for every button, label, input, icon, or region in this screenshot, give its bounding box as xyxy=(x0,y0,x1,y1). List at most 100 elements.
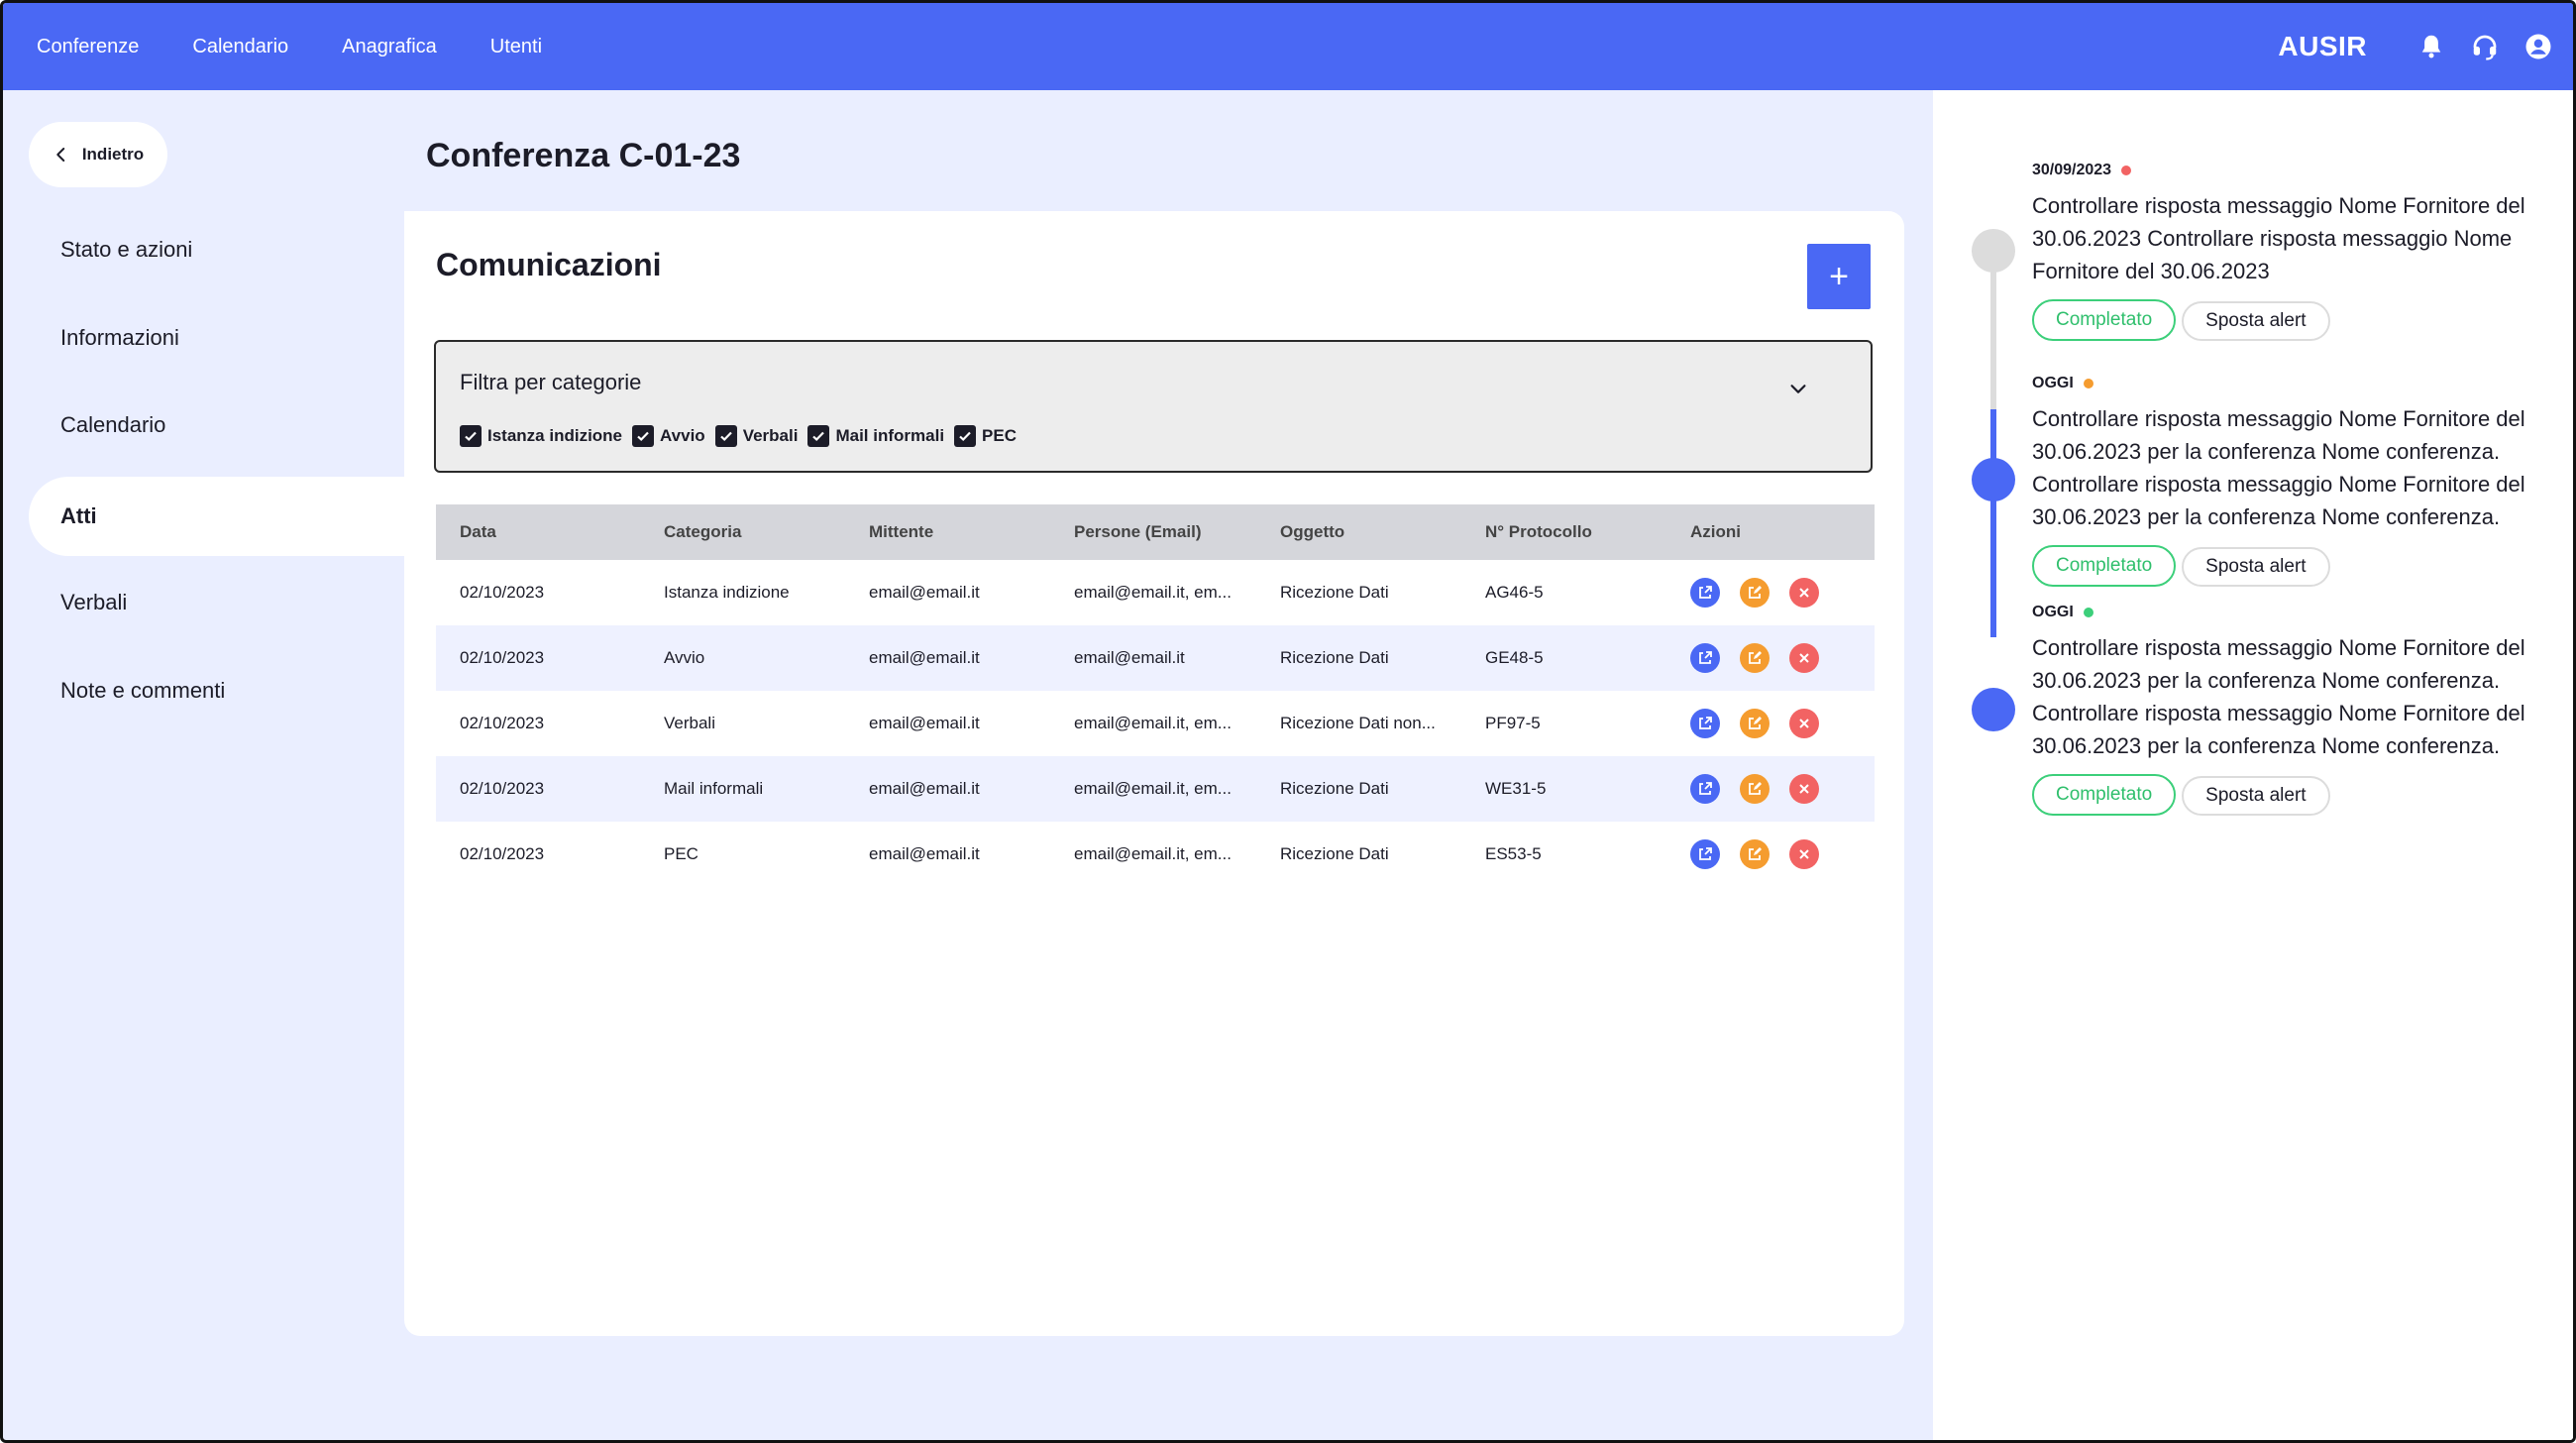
open-external-icon[interactable] xyxy=(1690,643,1720,673)
column-header-oggetto[interactable]: Oggetto xyxy=(1280,522,1449,542)
status-dot xyxy=(2121,166,2132,175)
checkbox-avvio[interactable]: Avvio xyxy=(632,425,705,447)
cell-oggetto: Ricezione Dati xyxy=(1280,583,1389,602)
cell-persone: email@email.it, em... xyxy=(1074,583,1232,602)
checkbox-checked-icon xyxy=(954,425,977,447)
table-row[interactable]: 02/10/2023 Mail informali email@email.it… xyxy=(436,756,1875,822)
completed-button[interactable]: Completato xyxy=(2032,299,2177,341)
nav-anagrafica[interactable]: Anagrafica xyxy=(342,36,437,58)
cell-data: 02/10/2023 xyxy=(460,844,545,863)
table-row[interactable]: 02/10/2023 Istanza indizione email@email… xyxy=(436,560,1875,625)
user-icon[interactable] xyxy=(2522,30,2555,63)
alerts-panel: 30/09/2023 Controllare risposta messaggi… xyxy=(1933,90,2573,1440)
checkbox-verbali[interactable]: Verbali xyxy=(714,425,799,447)
cell-mittente: email@email.it xyxy=(869,583,980,602)
timeline-dot xyxy=(1972,229,2015,273)
cell-persone: email@email.it, em... xyxy=(1074,779,1232,798)
nav-utenti[interactable]: Utenti xyxy=(490,36,542,58)
checkbox-pec[interactable]: PEC xyxy=(954,425,1017,447)
edit-icon[interactable] xyxy=(1740,839,1770,869)
edit-icon[interactable] xyxy=(1740,774,1770,804)
sidebar-item-stato-azioni[interactable]: Stato e azioni xyxy=(60,237,192,263)
move-alert-button[interactable]: Sposta alert xyxy=(2182,301,2330,341)
edit-icon[interactable] xyxy=(1740,709,1770,738)
delete-icon[interactable] xyxy=(1789,774,1819,804)
cell-data: 02/10/2023 xyxy=(460,779,545,798)
move-alert-button[interactable]: Sposta alert xyxy=(2182,776,2330,816)
completed-button[interactable]: Completato xyxy=(2032,545,2177,587)
cell-mittente: email@email.it xyxy=(869,779,980,798)
nav-calendario[interactable]: Calendario xyxy=(192,36,288,58)
filter-checkboxes: Istanza indizione Avvio Verbali Mail inf… xyxy=(460,425,1026,447)
cell-data: 02/10/2023 xyxy=(460,714,545,732)
sidebar-item-note-commenti[interactable]: Note e commenti xyxy=(60,678,225,704)
table-row[interactable]: 02/10/2023 Verbali email@email.it email@… xyxy=(436,691,1875,756)
cell-data: 02/10/2023 xyxy=(460,648,545,667)
cell-mittente: email@email.it xyxy=(869,844,980,863)
alert-actions: Completato Sposta alert xyxy=(2032,299,2567,341)
alert-item: OGGI Controllare risposta messaggio Nome… xyxy=(2032,375,2567,587)
alert-text: Controllare risposta messaggio Nome Forn… xyxy=(2032,406,2525,529)
alert-date: OGGI xyxy=(2032,604,2567,621)
alert-item: OGGI Controllare risposta messaggio Nome… xyxy=(2032,604,2567,816)
add-communication-button[interactable]: + xyxy=(1807,244,1871,309)
delete-icon[interactable] xyxy=(1789,709,1819,738)
open-external-icon[interactable] xyxy=(1690,578,1720,608)
open-external-icon[interactable] xyxy=(1690,774,1720,804)
row-actions xyxy=(1690,643,1849,673)
headset-icon[interactable] xyxy=(2468,30,2502,63)
delete-icon[interactable] xyxy=(1789,643,1819,673)
cell-oggetto: Ricezione Dati xyxy=(1280,648,1389,667)
column-header-data[interactable]: Data xyxy=(460,522,658,542)
sidebar-item-informazioni[interactable]: Informazioni xyxy=(60,325,179,351)
column-header-mittente[interactable]: Mittente xyxy=(869,522,1067,542)
cell-categoria: Avvio xyxy=(664,648,705,667)
cell-mittente: email@email.it xyxy=(869,714,980,732)
row-actions xyxy=(1690,578,1849,608)
table-row[interactable]: 02/10/2023 PEC email@email.it email@emai… xyxy=(436,822,1875,887)
checkbox-checked-icon xyxy=(714,425,737,447)
timeline-line-active xyxy=(1990,409,1996,637)
chevron-down-icon[interactable] xyxy=(1787,378,1809,399)
column-header-protocollo[interactable]: N° Protocollo xyxy=(1485,522,1644,542)
open-external-icon[interactable] xyxy=(1690,709,1720,738)
move-alert-button[interactable]: Sposta alert xyxy=(2182,547,2330,587)
delete-icon[interactable] xyxy=(1789,839,1819,869)
alert-actions: Completato Sposta alert xyxy=(2032,545,2567,587)
timeline-line xyxy=(1990,249,1996,409)
alert-date: 30/09/2023 xyxy=(2032,162,2567,179)
sidebar-item-verbali[interactable]: Verbali xyxy=(60,590,127,615)
cell-data: 02/10/2023 xyxy=(460,583,545,602)
table-row[interactable]: 02/10/2023 Avvio email@email.it email@em… xyxy=(436,625,1875,691)
delete-icon[interactable] xyxy=(1789,578,1819,608)
alert-date-label: 30/09/2023 xyxy=(2032,162,2112,178)
sidebar-item-atti[interactable]: Atti xyxy=(29,477,405,556)
cell-persone: email@email.it xyxy=(1074,648,1185,667)
checkbox-istanza-indizione[interactable]: Istanza indizione xyxy=(460,425,622,447)
alert-text: Controllare risposta messaggio Nome Forn… xyxy=(2032,635,2525,758)
back-button[interactable]: Indietro xyxy=(29,122,167,187)
cell-protocollo: GE48-5 xyxy=(1485,648,1544,667)
edit-icon[interactable] xyxy=(1740,643,1770,673)
chevron-left-icon xyxy=(56,148,65,162)
bell-icon[interactable] xyxy=(2415,30,2448,63)
top-navbar: Conferenze Calendario Anagrafica Utenti … xyxy=(3,3,2573,90)
sidebar-item-calendario[interactable]: Calendario xyxy=(60,412,165,438)
checkbox-mail-informali[interactable]: Mail informali xyxy=(807,425,944,447)
table-header: Data Categoria Mittente Persone (Email) … xyxy=(436,504,1875,560)
alert-actions: Completato Sposta alert xyxy=(2032,774,2567,816)
category-filter: Filtra per categorie Istanza indizione A… xyxy=(434,340,1873,473)
checkbox-label: Verbali xyxy=(742,426,799,445)
nav-conferenze[interactable]: Conferenze xyxy=(37,36,139,58)
alert-date-label: OGGI xyxy=(2032,375,2074,391)
alert-date-label: OGGI xyxy=(2032,604,2074,620)
communications-table: Data Categoria Mittente Persone (Email) … xyxy=(436,504,1875,887)
column-header-categoria[interactable]: Categoria xyxy=(664,522,862,542)
cell-protocollo: ES53-5 xyxy=(1485,844,1542,863)
edit-icon[interactable] xyxy=(1740,578,1770,608)
completed-button[interactable]: Completato xyxy=(2032,774,2177,816)
sidebar-item-label: Atti xyxy=(60,503,97,528)
open-external-icon[interactable] xyxy=(1690,839,1720,869)
column-header-persone[interactable]: Persone (Email) xyxy=(1074,522,1242,542)
cell-categoria: Istanza indizione xyxy=(664,583,790,602)
